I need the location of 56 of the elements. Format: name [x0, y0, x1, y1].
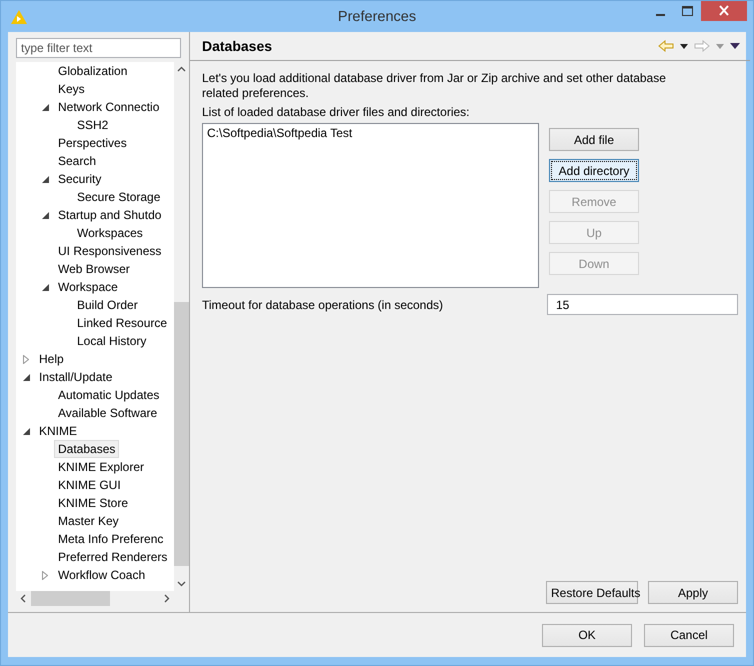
tree-item[interactable]: Keys — [54, 80, 89, 98]
tree-item[interactable]: Master Key — [54, 512, 123, 530]
tree-item[interactable]: Workflow Coach — [54, 566, 150, 584]
tree-item[interactable]: Linked Resource — [73, 314, 172, 332]
view-menu-icon[interactable] — [730, 43, 740, 49]
tree-item[interactable]: KNIME GUI — [54, 476, 125, 494]
tree-item[interactable]: Preferred Renderers — [54, 548, 172, 566]
list-label: List of loaded database driver files and directories: — [202, 105, 470, 119]
tree-item[interactable]: Available Software — [54, 404, 162, 422]
close-icon[interactable] — [701, 1, 747, 21]
tree-item[interactable]: KNIME — [35, 422, 82, 440]
tree-item[interactable]: Workspace — [54, 278, 122, 296]
timeout-label: Timeout for database operations (in seconds) — [202, 298, 444, 312]
driver-list[interactable]: C:\Softpedia\Softpedia Test — [202, 123, 539, 288]
tree-item[interactable]: Help — [35, 350, 68, 368]
tree-item[interactable]: Secure Storage — [73, 188, 164, 206]
tree-item[interactable]: Security — [54, 170, 106, 188]
dialog-button[interactable]: OK — [542, 624, 632, 646]
tree-item[interactable]: SSH2 — [73, 116, 112, 134]
list-item[interactable]: C:\Softpedia\Softpedia Test — [207, 126, 534, 140]
tree-item[interactable]: Web Browser — [54, 260, 134, 278]
expanded-arrow-icon[interactable] — [42, 284, 49, 290]
tree-item[interactable]: KNIME Explorer — [54, 458, 148, 476]
tree-item[interactable]: Build Order — [73, 296, 142, 314]
tree-item[interactable]: Install/Update — [35, 368, 116, 386]
dropdown-caret-icon[interactable] — [680, 44, 688, 48]
expanded-arrow-icon[interactable] — [42, 176, 49, 182]
page-button[interactable]: Apply — [648, 581, 738, 604]
tree-item[interactable]: Local History — [73, 332, 150, 350]
window-title: Preferences — [336, 8, 418, 24]
list-button[interactable]: Add directory — [549, 159, 639, 182]
tree-item[interactable]: Globalization — [54, 62, 132, 80]
page-title: Databases — [202, 38, 272, 54]
expanded-arrow-icon[interactable] — [42, 212, 49, 218]
tree-item[interactable]: Workspaces — [73, 224, 147, 242]
collapsed-arrow-icon[interactable] — [42, 570, 48, 580]
tree-item[interactable]: Search — [54, 152, 100, 170]
tree-item[interactable]: Automatic Updates — [54, 386, 164, 404]
expanded-arrow-icon[interactable] — [23, 428, 30, 434]
list-button[interactable]: Add file — [549, 128, 639, 151]
filter-field[interactable]: type filter text — [16, 38, 181, 58]
collapsed-arrow-icon[interactable] — [23, 354, 29, 364]
tree-item[interactable]: UI Responsiveness — [54, 242, 166, 260]
tree-item[interactable]: Databases — [54, 440, 120, 458]
dialog-button[interactable]: Cancel — [644, 624, 734, 646]
tree-item[interactable]: Perspectives — [54, 134, 131, 152]
description-text: Let's you load additional database driver from Jar or Zip archive and set other database related preferences. — [202, 71, 667, 101]
tree-item[interactable]: KNIME Store — [54, 494, 132, 512]
tree-item[interactable]: Network Connectio — [54, 98, 164, 116]
expanded-arrow-icon[interactable] — [23, 374, 30, 380]
tree-item[interactable]: Meta Info Preferenc — [54, 530, 168, 548]
tree-item[interactable]: Startup and Shutdo — [54, 206, 166, 224]
expanded-arrow-icon[interactable] — [42, 104, 49, 110]
app-logo-icon — [11, 10, 27, 24]
timeout-field[interactable]: 15 — [547, 294, 738, 315]
page-button[interactable]: Restore Defaults — [546, 581, 638, 604]
